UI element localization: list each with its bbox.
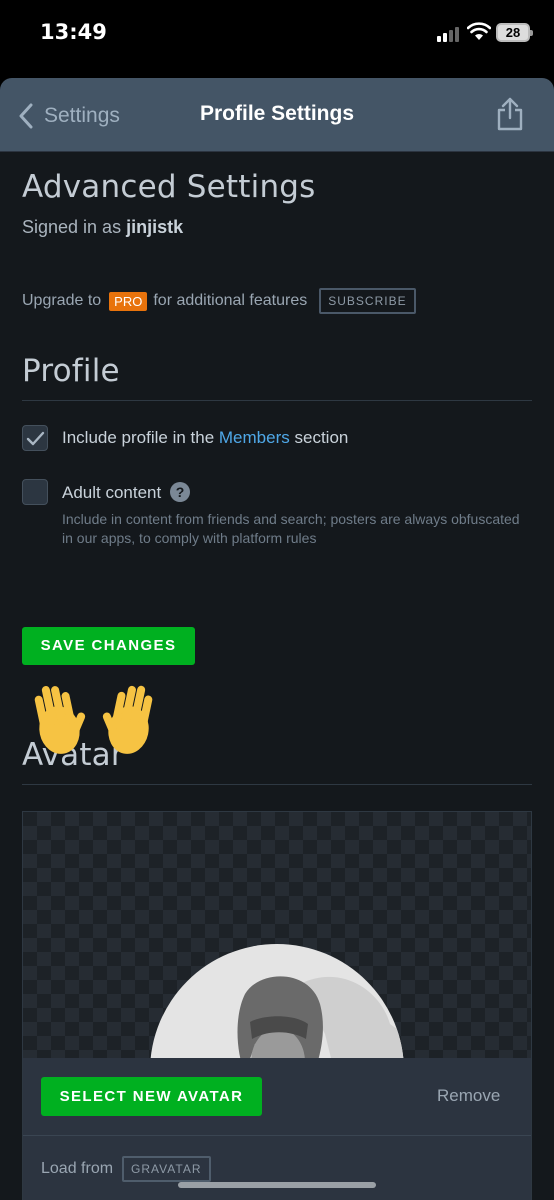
advanced-settings-heading: Advanced Settings (22, 169, 316, 205)
load-from-row: Load from GRAVATAR (41, 1156, 211, 1182)
avatar-divider (22, 784, 532, 785)
include-prefix: Include profile in the (62, 428, 215, 447)
status-time: 13:49 (40, 20, 107, 44)
include-suffix: section (294, 428, 349, 447)
chevron-left-icon (19, 103, 33, 129)
raised-hands-emoji (34, 685, 153, 754)
adult-content-label: Adult content ? (62, 482, 190, 503)
adult-label: Adult content (62, 483, 162, 502)
pro-badge: PRO (109, 291, 148, 311)
profile-settings-sheet: Settings Profile Settings Advanced Setti… (0, 78, 554, 1200)
gravatar-button[interactable]: GRAVATAR (122, 1156, 211, 1182)
include-profile-label: Include profile in the Members section (62, 428, 348, 448)
load-from-label: Load from (41, 1160, 114, 1177)
home-indicator[interactable] (178, 1182, 376, 1188)
checkmark-icon (26, 431, 45, 446)
profile-heading: Profile (22, 353, 120, 389)
nav-bar: Settings Profile Settings (0, 78, 554, 152)
share-icon[interactable] (494, 96, 526, 132)
username: jinjistk (126, 217, 184, 237)
avatar-preview: SELECT NEW AVATAR Remove Load from GRAVA… (22, 811, 532, 1200)
back-button[interactable]: Settings (16, 100, 120, 132)
members-link[interactable]: Members (219, 428, 290, 447)
upgrade-suffix: for additional features (153, 292, 308, 309)
signed-in-prefix: Signed in as (22, 217, 122, 237)
save-changes-button[interactable]: SAVE CHANGES (22, 627, 195, 665)
adult-content-help: Include in content from friends and sear… (62, 511, 520, 546)
adult-content-checkbox[interactable] (22, 479, 48, 505)
battery-level: 28 (505, 25, 521, 40)
signal-icon (437, 26, 461, 42)
wifi-icon (467, 22, 491, 40)
controls-divider (23, 1135, 531, 1136)
avatar-controls: SELECT NEW AVATAR Remove Load from GRAVA… (23, 1058, 531, 1200)
subscribe-button[interactable]: SUBSCRIBE (319, 288, 416, 314)
remove-avatar-link[interactable]: Remove (437, 1086, 500, 1106)
select-new-avatar-button[interactable]: SELECT NEW AVATAR (41, 1077, 262, 1116)
upgrade-prefix: Upgrade to (22, 292, 102, 309)
include-profile-checkbox[interactable] (22, 425, 48, 451)
profile-divider (22, 400, 532, 401)
back-label: Settings (44, 104, 120, 127)
help-icon[interactable]: ? (169, 482, 190, 502)
upgrade-row: Upgrade to PRO for additional features S… (22, 288, 416, 314)
status-bar: 13:49 28 (0, 0, 554, 70)
battery-icon: 28 (496, 23, 533, 42)
signed-in-text: Signed in as jinjistk (22, 217, 183, 238)
